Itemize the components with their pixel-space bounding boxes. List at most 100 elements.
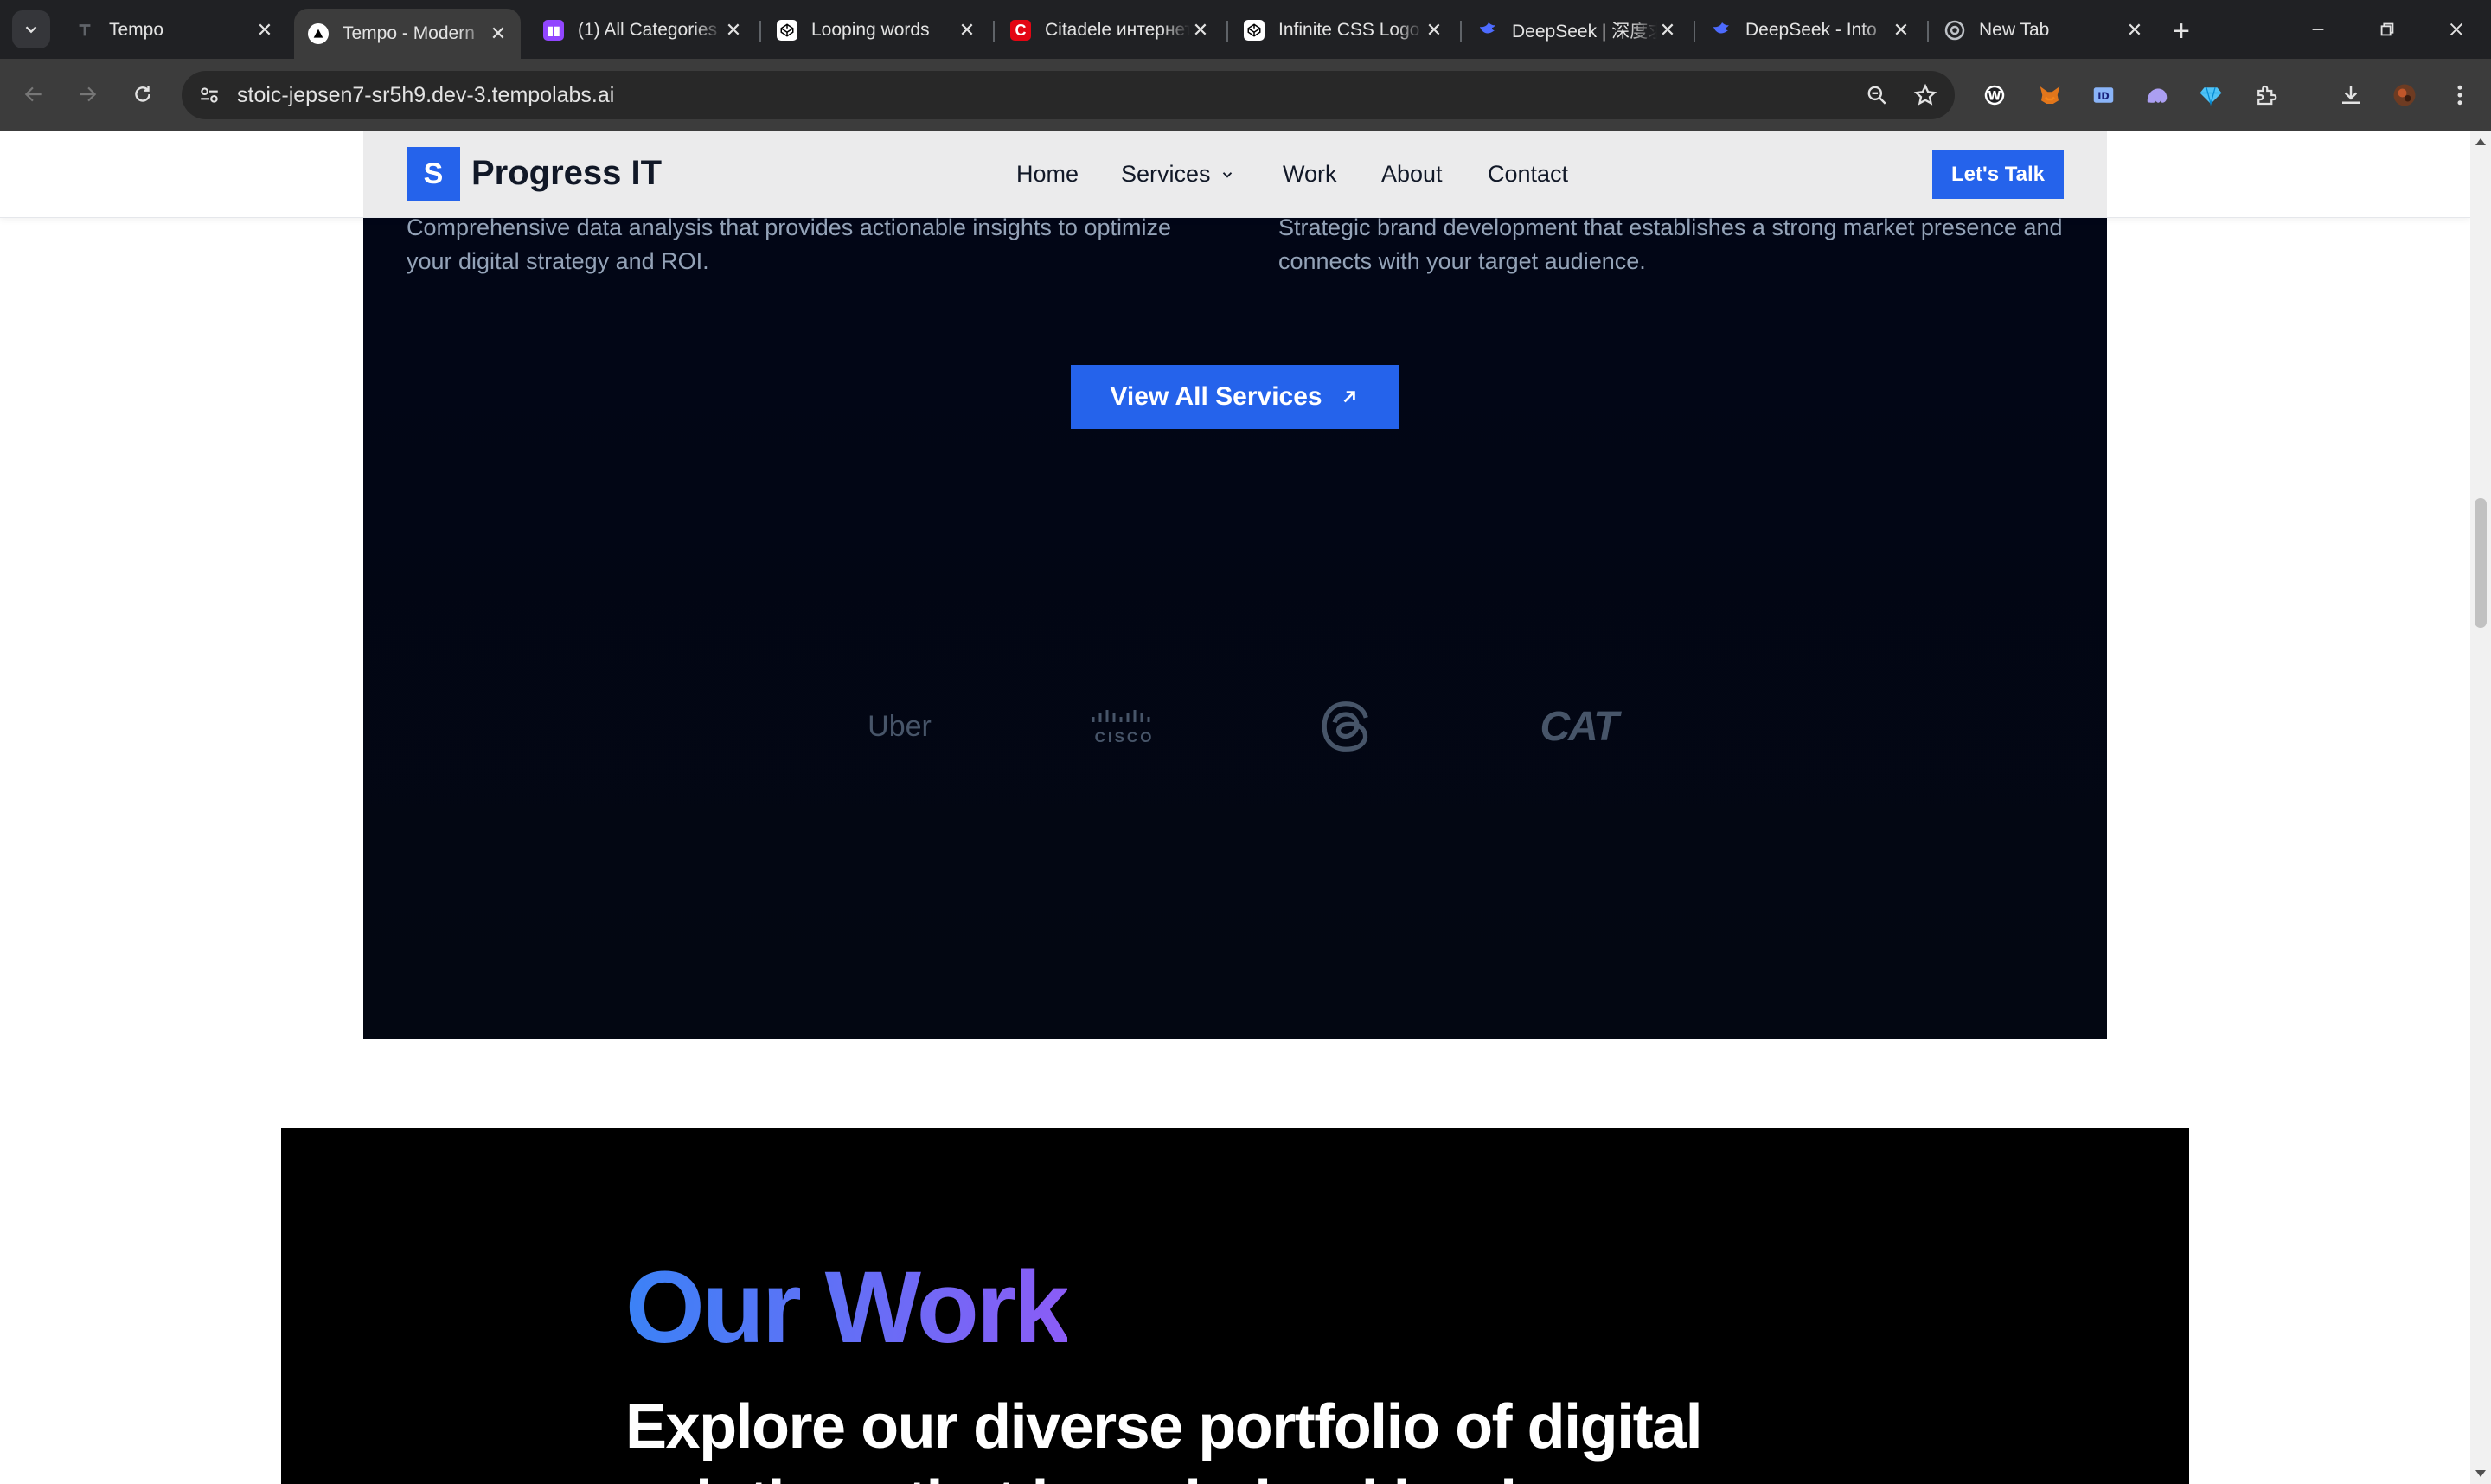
close-window-button[interactable] <box>2437 12 2475 47</box>
chevron-down-icon <box>1222 171 1232 178</box>
restore-icon <box>2380 22 2394 36</box>
nav-services-label: Services <box>1121 161 1211 187</box>
view-all-services-button[interactable]: View All Services <box>1071 365 1399 429</box>
page-scrollbar[interactable] <box>2470 131 2491 1484</box>
brand-name[interactable]: Progress IT <box>471 154 662 193</box>
scroll-down-arrow-icon[interactable] <box>2475 1470 2486 1477</box>
close-icon[interactable]: ✕ <box>723 19 744 41</box>
tab-title: (1) All Categories <box>578 20 718 40</box>
codepen-icon <box>1244 20 1265 41</box>
tab-5[interactable]: Infinite CSS Logo ✕ <box>1230 9 1457 52</box>
minimize-button[interactable] <box>2299 12 2337 47</box>
close-icon[interactable]: ✕ <box>957 19 977 41</box>
arrow-up-right-icon <box>1343 391 1355 403</box>
chevron-down-icon <box>25 26 37 34</box>
bookmark-star-icon[interactable] <box>1910 80 1941 111</box>
tab-strip: Tempo ✕ Tempo - Modern ✕ ▮▮ (1) All Cate… <box>0 0 2491 59</box>
tempo-icon <box>74 20 95 41</box>
service-description-branding: Strategic brand development that establi… <box>1278 214 2063 274</box>
tab-4[interactable]: C Citadele интернет ✕ <box>996 9 1223 52</box>
tab-6[interactable]: DeepSeek | 深度求索 ✕ <box>1463 9 1690 52</box>
scroll-up-arrow-icon[interactable] <box>2475 138 2486 145</box>
view-all-services-label: View All Services <box>1110 382 1322 411</box>
chrome-icon <box>1944 20 1965 41</box>
back-button[interactable] <box>14 74 54 114</box>
zoom-icon[interactable] <box>1861 80 1892 111</box>
download-icon[interactable] <box>2334 78 2368 112</box>
services-section: Comprehensive data analysis that provide… <box>363 131 2107 1039</box>
nav-about[interactable]: About <box>1381 161 1443 188</box>
new-tab-button[interactable]: + <box>2164 14 2199 48</box>
close-icon[interactable]: ✕ <box>2124 19 2145 41</box>
tab-3[interactable]: Looping words ✕ <box>763 9 989 52</box>
our-work-subtitle: Explore our diverse portfolio of digital… <box>625 1392 1720 1484</box>
brand-logo[interactable]: S <box>407 147 460 201</box>
tab-separator <box>759 21 761 42</box>
tab-title: Tempo - Modern <box>343 23 475 43</box>
close-icon[interactable]: ✕ <box>1424 19 1444 41</box>
tab-7[interactable]: DeepSeek - Into ✕ <box>1697 9 1924 52</box>
site-header: S Progress IT Home Services Work About C… <box>0 131 2470 218</box>
nav-work[interactable]: Work <box>1283 161 1337 188</box>
close-icon[interactable]: ✕ <box>1891 19 1911 41</box>
tab-0[interactable]: Tempo ✕ <box>61 9 287 52</box>
cisco-bars-icon <box>1092 710 1150 722</box>
tab-title: DeepSeek | 深度求索 <box>1512 22 1657 42</box>
tab-title: Citadele интернет <box>1045 20 1190 40</box>
id-card-extension-icon[interactable]: ID <box>2086 78 2121 112</box>
menu-kebab-icon[interactable] <box>2443 78 2477 112</box>
close-icon[interactable]: ✕ <box>1657 19 1678 41</box>
nav-contact[interactable]: Contact <box>1488 161 1568 188</box>
nav-services[interactable]: Services <box>1121 161 1235 188</box>
tab-8[interactable]: New Tab ✕ <box>1931 9 2157 52</box>
tab-separator <box>1927 21 1929 42</box>
metamask-fox-icon[interactable] <box>2033 78 2067 112</box>
our-work-heading: Our Work <box>625 1251 1070 1365</box>
nav-home[interactable]: Home <box>1016 161 1079 188</box>
tab-separator <box>993 21 995 42</box>
threads-logo-icon <box>1311 692 1380 761</box>
client-logo-uber: Uber <box>868 709 932 743</box>
deepseek-icon <box>1477 20 1498 41</box>
reload-button[interactable] <box>123 74 163 114</box>
tab-title: Infinite CSS Logo <box>1278 20 1420 40</box>
tab-1[interactable]: Tempo - Modern ✕ <box>294 9 521 59</box>
service-description-data-analysis: Comprehensive data analysis that provide… <box>407 214 1171 274</box>
extensions-puzzle-icon[interactable] <box>2249 78 2283 112</box>
diamond-extension-icon[interactable] <box>2193 78 2228 112</box>
ghost-extension-icon[interactable] <box>2140 78 2174 112</box>
tab-2[interactable]: ▮▮ (1) All Categories ✕ <box>529 9 756 52</box>
deepseek-icon <box>1711 20 1732 41</box>
extension-w-icon[interactable]: W <box>1977 78 2012 112</box>
close-icon[interactable]: ✕ <box>1190 19 1211 41</box>
tab-title: Looping words <box>811 20 930 40</box>
tab-separator <box>1226 21 1228 42</box>
browser-toolbar: stoic-jepsen7-sr5h9.dev-3.tempolabs.ai W… <box>0 59 2491 131</box>
site-settings-icon[interactable] <box>192 78 227 112</box>
tab-separator <box>1460 21 1462 42</box>
minimize-icon <box>2312 29 2324 30</box>
tab-title: DeepSeek - Into <box>1745 20 1877 40</box>
citadele-icon: C <box>1010 20 1031 41</box>
tab-separator <box>1694 21 1695 42</box>
codepen-icon <box>777 20 797 41</box>
client-logo-cat: CAT <box>1540 703 1618 750</box>
lets-talk-button[interactable]: Let's Talk <box>1932 150 2064 199</box>
close-window-icon <box>2449 22 2463 36</box>
tab-title: New Tab <box>1979 20 2050 40</box>
svg-text:W: W <box>1988 90 2001 104</box>
url-text[interactable]: stoic-jepsen7-sr5h9.dev-3.tempolabs.ai <box>237 83 614 108</box>
profile-avatar-icon[interactable] <box>2387 78 2422 112</box>
tab-search-button[interactable] <box>12 10 50 48</box>
close-icon[interactable]: ✕ <box>254 19 275 41</box>
twitch-icon: ▮▮ <box>543 20 564 41</box>
scrollbar-thumb[interactable] <box>2475 498 2487 628</box>
forward-button[interactable] <box>67 74 107 114</box>
close-icon[interactable]: ✕ <box>488 22 509 44</box>
restore-button[interactable] <box>2368 12 2406 47</box>
address-bar[interactable]: stoic-jepsen7-sr5h9.dev-3.tempolabs.ai <box>182 71 1955 119</box>
svg-text:ID: ID <box>2097 91 2110 102</box>
our-work-section: Our Work Explore our diverse portfolio o… <box>281 1128 2189 1484</box>
client-logo-cisco: CISCO <box>1081 692 1168 761</box>
arrow-left-icon <box>24 86 42 102</box>
